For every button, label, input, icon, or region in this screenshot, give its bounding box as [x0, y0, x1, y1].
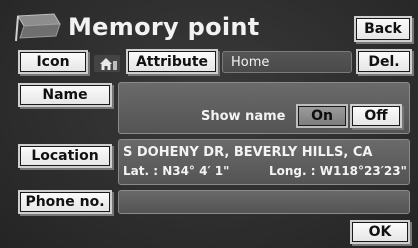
attribute-field: Home: [222, 51, 352, 73]
back-button[interactable]: Back: [356, 18, 410, 40]
name-button[interactable]: Name: [20, 85, 110, 105]
show-name-on-button[interactable]: On: [298, 106, 346, 126]
icon-preview: [92, 52, 122, 74]
location-button[interactable]: Location: [20, 146, 110, 166]
phone-button[interactable]: Phone no.: [20, 192, 110, 212]
location-panel: S DOHENY DR, BEVERLY HILLS, CA Lat. : N3…: [118, 139, 410, 185]
show-name-off-button[interactable]: Off: [352, 106, 400, 126]
home-icon: [94, 55, 120, 72]
ok-button[interactable]: OK: [352, 222, 408, 242]
phone-panel: [118, 190, 410, 214]
delete-button[interactable]: Del.: [358, 51, 410, 72]
page-title: Memory point: [68, 13, 260, 41]
icon-button[interactable]: Icon: [20, 52, 86, 72]
attribute-button[interactable]: Attribute: [128, 51, 216, 72]
location-latitude: Lat. : N34° 4′ 1": [123, 164, 230, 178]
memory-point-flag-icon: [15, 13, 61, 42]
memory-point-screen: Memory point Back Icon Attribute Home De…: [0, 0, 418, 248]
location-address: S DOHENY DR, BEVERLY HILLS, CA: [123, 145, 373, 160]
attribute-value: Home: [231, 55, 270, 70]
location-longitude: Long. : W118°23′23": [269, 164, 407, 178]
show-name-label: Show name: [201, 109, 286, 124]
